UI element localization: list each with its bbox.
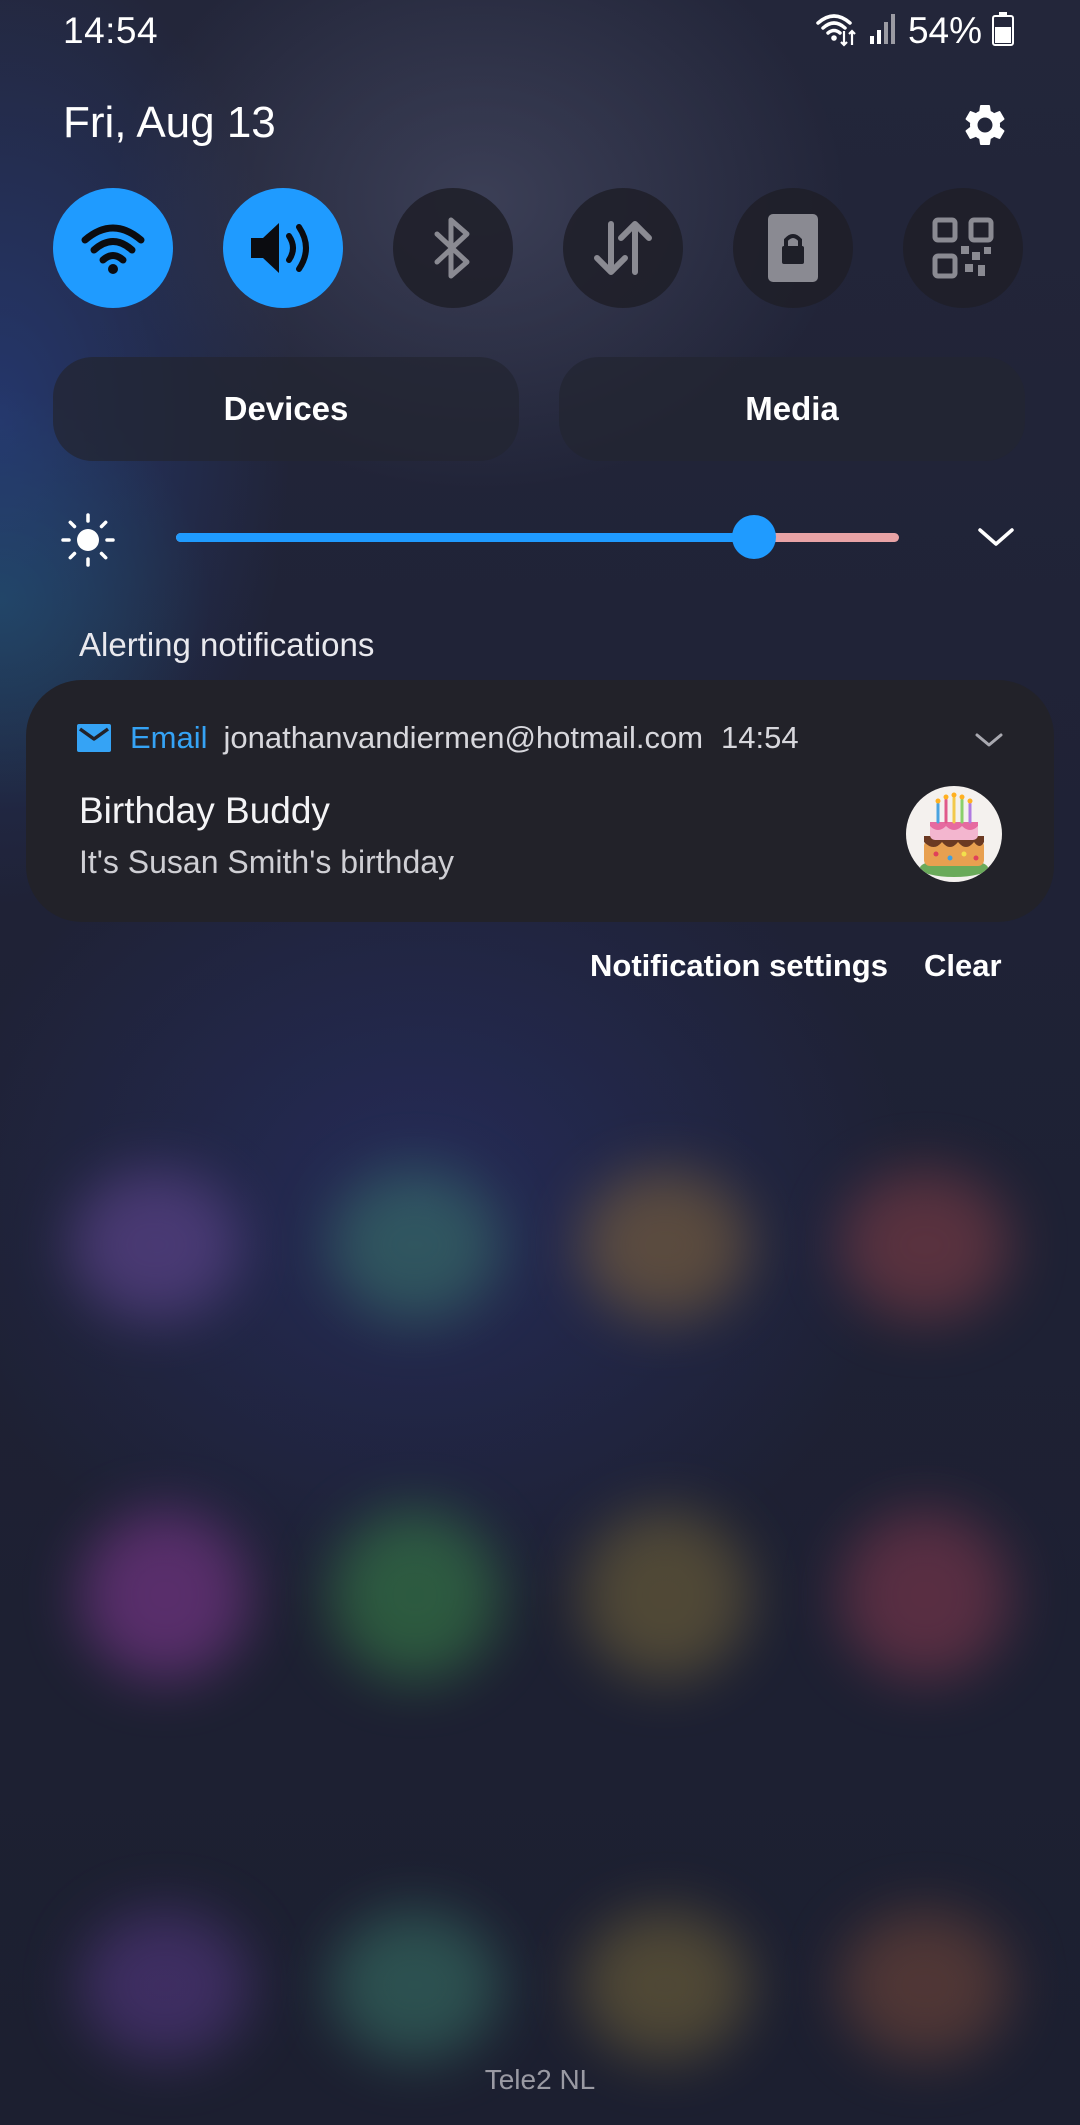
mobile-data-toggle[interactable]	[563, 188, 683, 308]
notification-account: jonathanvandiermen@hotmail.com	[223, 720, 704, 755]
blurred-app-icon	[80, 1510, 250, 1680]
lock-icon	[768, 214, 818, 282]
notification-settings-button[interactable]: Notification settings	[590, 948, 888, 984]
section-title: Alerting notifications	[79, 626, 375, 663]
wallpaper-background	[0, 0, 1080, 2125]
signal-icon	[868, 12, 898, 51]
birthday-cake-icon	[906, 786, 1002, 882]
blurred-app-icon	[840, 1910, 1010, 2060]
data-arrows-icon	[594, 221, 652, 275]
email-icon	[77, 724, 111, 752]
gear-icon	[965, 104, 1005, 145]
chevron-down-icon[interactable]	[976, 520, 1016, 554]
status-icons: 54%	[814, 10, 1014, 52]
wifi-icon	[81, 224, 145, 274]
brightness-slider[interactable]	[176, 515, 899, 559]
wifi-toggle[interactable]	[53, 188, 173, 308]
blurred-app-icon	[580, 1170, 750, 1320]
notification-body: It's Susan Smith's birthday	[79, 844, 455, 880]
wifi-data-icon	[814, 11, 858, 52]
blurred-app-icon	[330, 1510, 500, 1680]
notification-title: Birthday Buddy	[79, 790, 330, 831]
brightness-icon	[61, 513, 115, 567]
chevron-down-icon[interactable]	[974, 728, 1004, 752]
blurred-app-icon	[840, 1170, 1010, 1320]
notification-header: Email jonathanvandiermen@hotmail.com 14:…	[76, 720, 799, 756]
carrier-label: Tele2 NL	[484, 2064, 596, 2095]
blurred-app-icon	[330, 1910, 500, 2060]
blurred-app-icon	[580, 1510, 750, 1680]
notification-time: 14:54	[721, 720, 799, 755]
settings-button[interactable]	[960, 100, 1010, 150]
bluetooth-icon	[434, 217, 470, 279]
notification-card[interactable]: Email jonathanvandiermen@hotmail.com 14:…	[26, 680, 1054, 922]
battery-percent: 54%	[907, 10, 982, 51]
blurred-app-icon	[330, 1170, 500, 1320]
blurred-app-icon	[80, 1910, 250, 2060]
notification-app-name: Email	[130, 720, 208, 755]
blurred-app-icon	[840, 1510, 1010, 1680]
sound-icon	[251, 223, 309, 273]
blurred-app-icon	[70, 1170, 240, 1320]
sound-toggle[interactable]	[223, 188, 343, 308]
media-button[interactable]: Media	[559, 357, 1025, 461]
blurred-app-icon	[580, 1910, 750, 2060]
qr-scanner-toggle[interactable]	[903, 188, 1023, 308]
devices-button[interactable]: Devices	[53, 357, 519, 461]
screen-lock-toggle[interactable]	[733, 188, 853, 308]
brightness-slider-fill	[176, 533, 755, 542]
date-label: Fri, Aug 13	[63, 98, 276, 147]
status-time: 14:54	[63, 10, 159, 51]
clear-button[interactable]: Clear	[924, 948, 1002, 984]
battery-icon	[992, 11, 1014, 51]
qr-code-icon	[932, 217, 994, 279]
bluetooth-toggle[interactable]	[393, 188, 513, 308]
